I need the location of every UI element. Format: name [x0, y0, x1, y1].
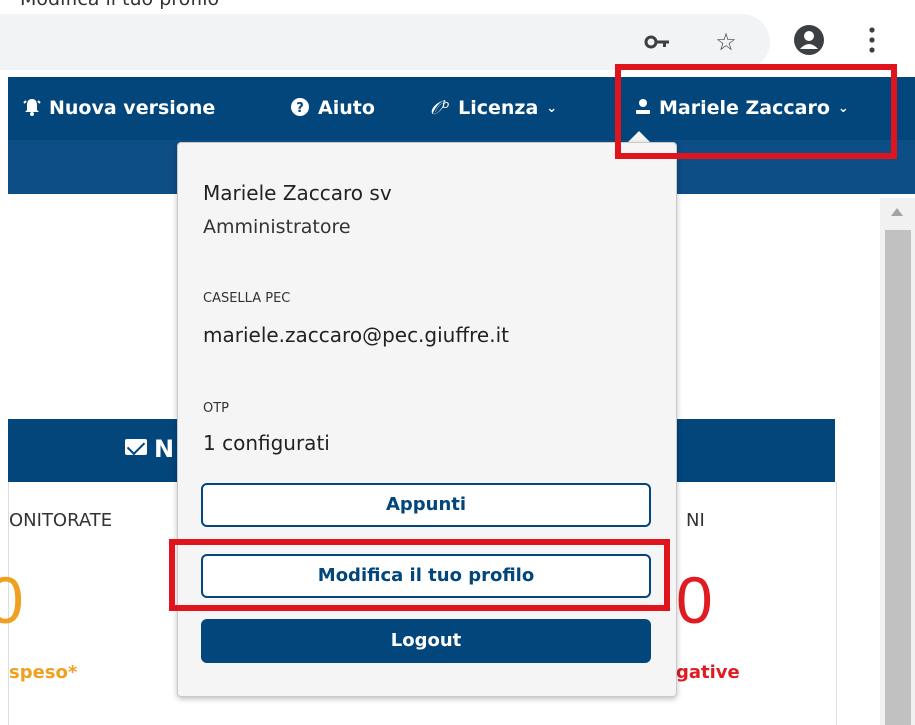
logout-button[interactable]: Logout — [201, 619, 651, 663]
user-role: Amministratore — [203, 216, 351, 238]
mail-icon — [125, 439, 147, 455]
nav-license-label: Licenza — [458, 97, 539, 119]
pec-label: CASELLA PEC — [203, 291, 291, 306]
user-fullname: Mariele Zaccaro sv — [203, 181, 392, 205]
chevron-down-icon: ⌄ — [546, 101, 558, 116]
bell-icon — [23, 77, 41, 140]
nav-new-version-label: Nuova versione — [49, 97, 216, 119]
highlight-edit-profile — [169, 539, 670, 611]
license-icon: 𝒪ᵇ — [430, 97, 451, 119]
stat-number-left: 0 — [0, 563, 24, 637]
nav-license[interactable]: 𝒪ᵇ Licenza ⌄ — [430, 77, 557, 140]
card-header-text: N — [154, 435, 175, 463]
pec-value: mariele.zaccaro@pec.giuffre.it — [203, 323, 509, 347]
otp-value: 1 configurati — [203, 431, 330, 455]
stat-caption-left: speso* — [9, 662, 78, 683]
key-icon[interactable] — [637, 22, 677, 62]
otp-label: OTP — [203, 401, 230, 416]
highlight-user-menu — [615, 64, 897, 159]
address-bar[interactable]: ☆ — [0, 14, 770, 70]
scrollbar-thumb[interactable] — [885, 230, 911, 725]
nav-help[interactable]: ? Aiuto — [290, 77, 375, 140]
stat-number-right: 0 — [676, 563, 713, 637]
account-icon[interactable] — [789, 20, 829, 60]
question-circle-icon: ? — [290, 77, 310, 140]
nav-help-label: Aiuto — [318, 97, 375, 119]
stat-label-left: ONITORATE — [9, 510, 113, 531]
notes-button[interactable]: Appunti — [201, 483, 651, 527]
nav-new-version[interactable]: Nuova versione — [23, 77, 215, 140]
scrollbar[interactable] — [880, 198, 915, 725]
caption-strip: Modifica il tuo profilo — [0, 0, 915, 12]
user-dropdown-menu: Mariele Zaccaro sv Amministratore CASELL… — [177, 142, 677, 697]
svg-text:?: ? — [296, 101, 304, 116]
scroll-up-icon[interactable] — [891, 208, 903, 216]
stat-caption-right: gative — [676, 662, 740, 683]
menu-dots-icon[interactable] — [852, 20, 892, 60]
stat-label-right: NI — [686, 510, 705, 531]
star-icon[interactable]: ☆ — [706, 22, 746, 62]
caption-text: Modifica il tuo profilo — [20, 0, 219, 10]
